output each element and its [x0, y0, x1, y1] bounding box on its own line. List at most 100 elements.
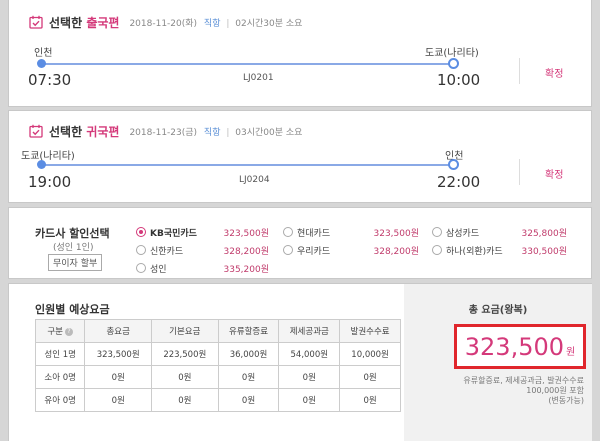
inbound-depart-time: 19:00: [28, 173, 72, 191]
card-option-samsung[interactable]: 삼성카드: [432, 226, 479, 239]
outbound-depart-time: 07:30: [28, 71, 72, 89]
total-fare-label: 총 요금(왕복): [468, 305, 528, 316]
table-row: 유아 0명 0원 0원 0원 0원 0원: [34, 388, 401, 412]
table-cell: 0원: [217, 365, 280, 389]
table-cell: 223,500원: [151, 342, 219, 366]
card-price: 328,200원: [373, 247, 420, 257]
radio[interactable]: [283, 227, 293, 237]
table-cell: 54,000원: [278, 342, 341, 366]
inbound-flight-panel: 선택한 귀국편 2018-11-23(금) 직항 | 03시간00분 소요 도쿄…: [8, 110, 592, 203]
divider: [519, 58, 520, 84]
table-cell: 0원: [84, 365, 152, 389]
radio[interactable]: [283, 245, 293, 255]
inbound-header: 선택한 귀국편 2018-11-23(금) 직항 | 03시간00분 소요: [29, 123, 302, 139]
calendar-check-icon: [29, 15, 43, 29]
card-option-adult[interactable]: 성인: [136, 262, 167, 275]
card-option-hana[interactable]: 하나(외환)카드: [432, 244, 503, 257]
card-price: 328,200원: [223, 247, 270, 257]
table-cell: 0원: [151, 388, 219, 412]
table-cell: 0원: [339, 365, 401, 389]
inbound-flight-number: LJ0204: [239, 175, 270, 185]
card-option-hyundai[interactable]: 현대카드: [283, 226, 330, 239]
inbound-date: 2018-11-23(금): [129, 127, 198, 138]
meta-separator: |: [226, 18, 230, 29]
radio-selected[interactable]: [136, 227, 146, 237]
outbound-route-line: [41, 63, 454, 65]
card-price: 325,800원: [521, 229, 568, 239]
card-price: 335,200원: [223, 265, 270, 275]
inbound-duration: 03시간00분 소요: [235, 127, 303, 138]
outbound-arrive-time: 10:00: [437, 71, 481, 89]
card-discount-subtitle: (성인 1인): [53, 243, 94, 253]
outbound-direct: 직항: [203, 18, 221, 29]
total-fare-unit: 원: [566, 347, 576, 358]
outbound-flight-panel: 선택한 출국편 2018-11-20(화) 직항 | 02시간30분 소요 인천…: [8, 0, 592, 107]
column-header: 유류할증료: [217, 319, 280, 343]
radio[interactable]: [432, 227, 442, 237]
card-option-woori[interactable]: 우리카드: [283, 244, 330, 257]
table-cell: 0원: [217, 388, 280, 412]
table-row: 성인 1명 323,500원 223,500원 36,000원 54,000원 …: [34, 342, 401, 366]
card-price: 323,500원: [223, 229, 270, 239]
outbound-header: 선택한 출국편 2018-11-20(화) 직항 | 02시간30분 소요: [29, 14, 302, 30]
total-fare-amount: 323,500: [464, 332, 565, 361]
table-cell: 0원: [339, 388, 401, 412]
meta-separator: |: [226, 127, 230, 138]
card-price: 323,500원: [373, 229, 420, 239]
inbound-direct: 직항: [203, 127, 221, 138]
table-cell: 323,500원: [84, 342, 152, 366]
table-row: 소아 0명 0원 0원 0원 0원 0원: [34, 365, 401, 389]
radio[interactable]: [136, 263, 146, 273]
card-price: 330,500원: [521, 247, 568, 257]
fare-title: 인원별 예상요금: [35, 303, 110, 316]
card-option-shinhan[interactable]: 신한카드: [136, 244, 183, 257]
outbound-origin-dot: [37, 59, 46, 68]
inbound-destination-dot: [448, 159, 459, 170]
column-header: 구분?: [34, 319, 86, 343]
table-cell: 유아 0명: [34, 388, 86, 412]
outbound-to-city: 도쿄(나리타): [425, 48, 479, 59]
no-interest-installment-button[interactable]: 무이자 할부: [48, 254, 103, 271]
outbound-duration: 02시간30분 소요: [235, 18, 303, 29]
outbound-confirm-button[interactable]: 확정: [545, 65, 563, 80]
table-header-row: 구분? 총요금 기본요금 유류할증료 제세공과금 발권수수료: [34, 319, 401, 343]
table-cell: 성인 1명: [34, 342, 86, 366]
inbound-origin-dot: [37, 160, 46, 169]
inbound-from-city: 도쿄(나리타): [21, 151, 75, 162]
fare-breakdown-panel: 인원별 예상요금 구분? 총요금 기본요금 유류할증료 제세공과금 발권수수료 …: [8, 283, 592, 441]
total-fare-note: 유류할증료, 제세공과금, 발권수수료 100,000원 포함 (변동가능): [463, 376, 584, 405]
inbound-arrive-time: 22:00: [437, 173, 481, 191]
table-cell: 0원: [151, 365, 219, 389]
outbound-title: 선택한 출국편: [49, 15, 120, 30]
table-cell: 0원: [278, 365, 341, 389]
help-icon[interactable]: ?: [65, 327, 73, 336]
outbound-meta: 2018-11-20(화) 직항 | 02시간30분 소요: [129, 16, 302, 29]
total-fare-area: 총 요금(왕복) 323,500 원 유류할증료, 제세공과금, 발권수수료 1…: [404, 284, 592, 441]
total-fare-box: 323,500 원: [454, 324, 586, 369]
outbound-destination-dot: [448, 58, 459, 69]
column-header: 기본요금: [151, 319, 219, 343]
card-option-kb[interactable]: KB국민카드: [136, 226, 197, 239]
column-header: 발권수수료: [339, 319, 401, 343]
inbound-confirm-button[interactable]: 확정: [545, 166, 563, 181]
divider: [519, 159, 520, 185]
table-cell: 0원: [84, 388, 152, 412]
outbound-from-city: 인천: [34, 48, 53, 59]
fare-table: 구분? 총요금 기본요금 유류할증료 제세공과금 발권수수료 성인 1명 323…: [34, 319, 401, 412]
inbound-route-line: [41, 164, 454, 166]
column-header: 총요금: [84, 319, 152, 343]
radio[interactable]: [432, 245, 442, 255]
table-cell: 10,000원: [339, 342, 401, 366]
outbound-flight-number: LJ0201: [243, 73, 274, 83]
table-cell: 0원: [278, 388, 341, 412]
radio[interactable]: [136, 245, 146, 255]
card-discount-panel: 카드사 할인선택 (성인 1인) 무이자 할부 KB국민카드 323,500원 …: [8, 207, 592, 279]
outbound-date: 2018-11-20(화): [129, 18, 198, 29]
inbound-meta: 2018-11-23(금) 직항 | 03시간00분 소요: [129, 125, 302, 138]
table-cell: 소아 0명: [34, 365, 86, 389]
inbound-title: 선택한 귀국편: [49, 124, 120, 139]
calendar-check-icon: [29, 124, 43, 138]
card-discount-title: 카드사 할인선택: [35, 227, 110, 240]
table-cell: 36,000원: [217, 342, 280, 366]
column-header: 제세공과금: [278, 319, 341, 343]
